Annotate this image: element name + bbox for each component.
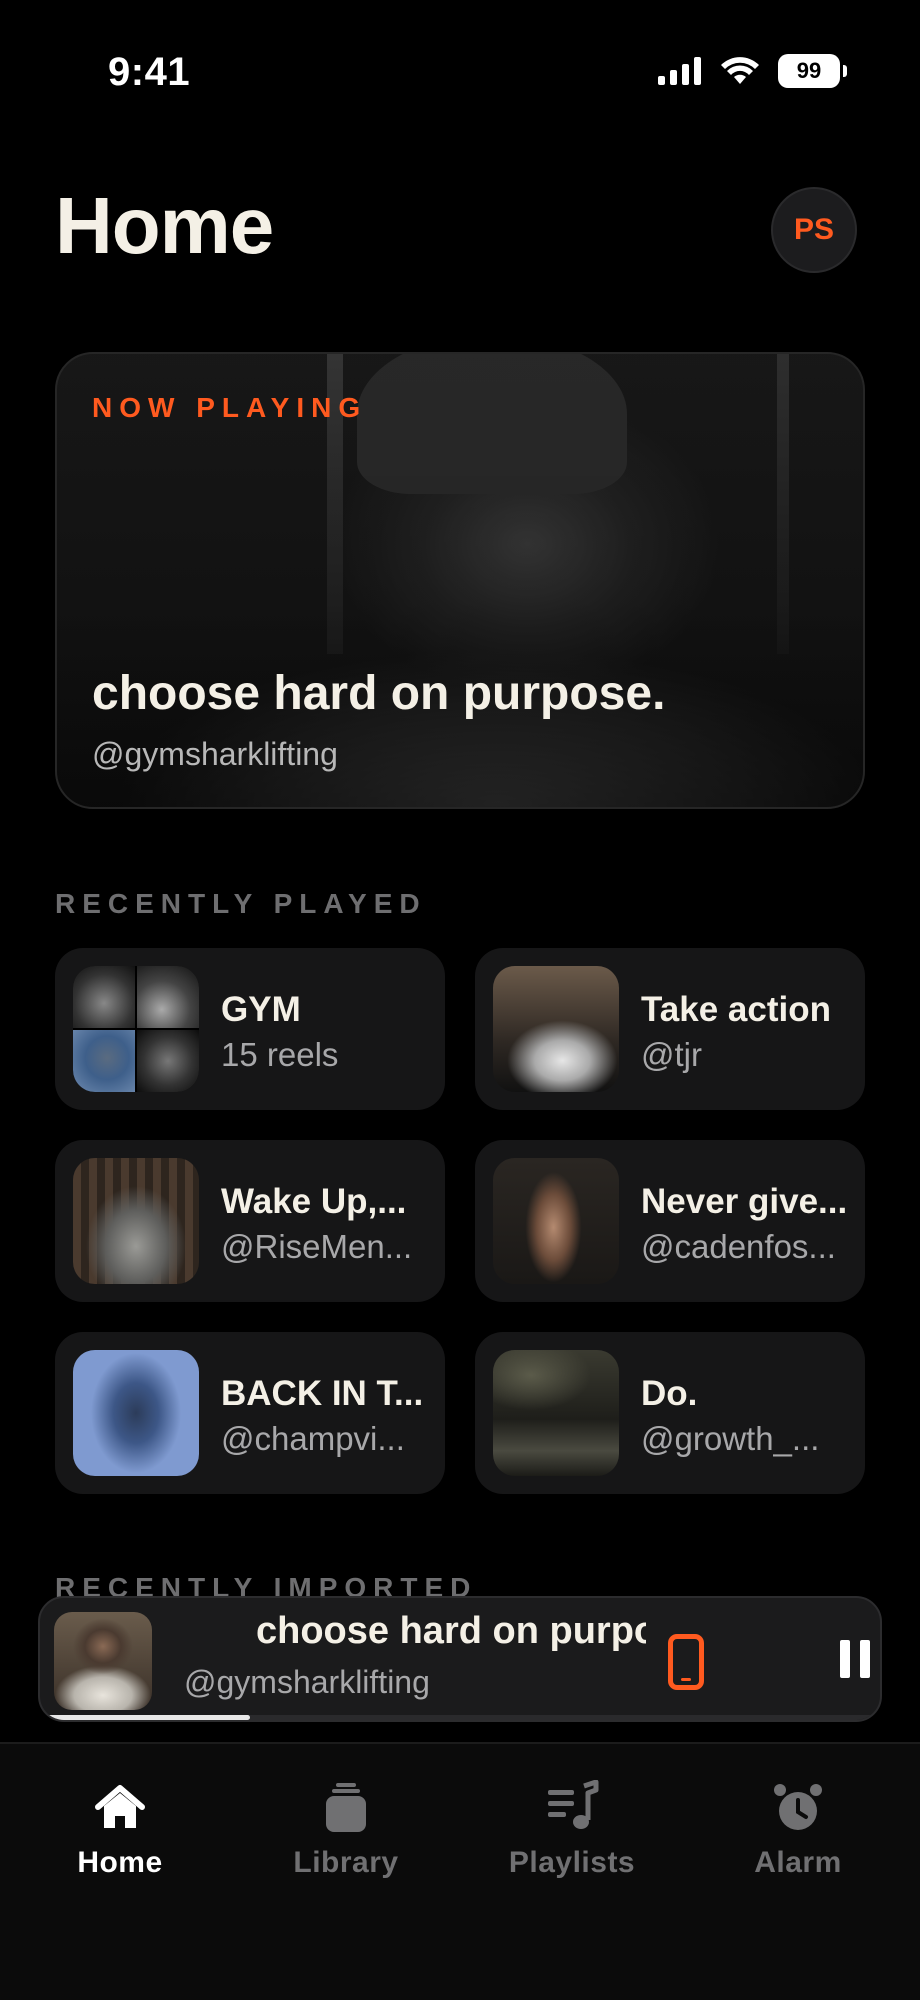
mini-player-title-marquee: choose hard on purpose. — [256, 1610, 646, 1660]
recent-item-take-action[interactable]: Take action @tjr — [475, 948, 865, 1110]
reel-thumbnail — [493, 1350, 619, 1476]
recent-item-gym[interactable]: GYM 15 reels — [55, 948, 445, 1110]
status-time: 9:41 — [108, 50, 191, 94]
recent-item-do[interactable]: Do. @growth_... — [475, 1332, 865, 1494]
reel-thumbnail — [73, 1158, 199, 1284]
tab-bar: Home Library Playlists Alarm — [0, 1742, 920, 2000]
recent-item-wake-up[interactable]: Wake Up,... @RiseMen... — [55, 1140, 445, 1302]
playback-progress-track — [40, 1715, 880, 1720]
playback-progress-fill — [40, 1715, 250, 1720]
recent-item-title: Take action — [641, 990, 831, 1029]
page-title: Home — [55, 181, 274, 270]
mini-player-title: choose hard on purpose. — [256, 1610, 646, 1652]
reel-thumbnail — [493, 1158, 619, 1284]
recent-item-title: BACK IN T... — [221, 1374, 424, 1413]
playlists-icon — [548, 1780, 599, 1829]
status-icons: 99 — [658, 54, 847, 88]
pause-icon[interactable] — [840, 1640, 870, 1678]
tab-home[interactable]: Home — [30, 1780, 210, 1880]
recent-item-title: Wake Up,... — [221, 1182, 407, 1221]
reel-thumbnail — [493, 966, 619, 1092]
tab-playlists[interactable]: Playlists — [482, 1780, 662, 1880]
now-playing-title: choose hard on purpose. — [92, 667, 666, 720]
mini-player-thumbnail — [54, 1612, 152, 1710]
tab-label: Alarm — [754, 1846, 842, 1879]
reel-thumbnail — [73, 1350, 199, 1476]
recent-item-back-in[interactable]: BACK IN T... @champvi... — [55, 1332, 445, 1494]
recent-item-subtitle: 15 reels — [221, 1036, 339, 1073]
tab-label: Library — [293, 1846, 399, 1879]
device-phone-icon[interactable] — [668, 1634, 704, 1690]
tab-library[interactable]: Library — [256, 1780, 436, 1880]
recent-item-title: Never give... — [641, 1182, 848, 1221]
recent-item-subtitle: @RiseMen... — [221, 1228, 413, 1265]
recent-item-title: Do. — [641, 1374, 698, 1413]
library-icon — [326, 1783, 366, 1832]
recent-item-never-give[interactable]: Never give... @cadenfos... — [475, 1140, 865, 1302]
mini-player-handle: @gymsharklifting — [184, 1664, 430, 1700]
tab-alarm[interactable]: Alarm — [708, 1780, 888, 1880]
recent-item-subtitle: @tjr — [641, 1036, 702, 1073]
recent-item-subtitle: @champvi... — [221, 1420, 405, 1457]
avatar[interactable]: PS — [771, 187, 857, 273]
home-icon — [95, 1785, 145, 1828]
battery-icon: 99 — [778, 54, 847, 88]
recent-item-title: GYM — [221, 990, 301, 1029]
cellular-signal-icon — [658, 57, 701, 85]
mini-player[interactable]: choose hard on purpose. @gymsharklifting — [38, 1596, 882, 1722]
recent-item-subtitle: @cadenfos... — [641, 1228, 836, 1265]
tab-label: Home — [77, 1846, 163, 1879]
tab-label: Playlists — [508, 1846, 636, 1879]
recently-played-label: RECENTLY PLAYED — [55, 888, 427, 919]
status-bar: 9:41 99 — [0, 0, 920, 150]
playlist-thumbnail — [73, 966, 199, 1092]
recent-item-subtitle: @growth_... — [641, 1420, 820, 1457]
now-playing-label: NOW PLAYING — [92, 392, 368, 423]
now-playing-handle: @gymsharklifting — [92, 736, 338, 772]
wifi-icon — [721, 57, 759, 84]
alarm-icon — [774, 1784, 822, 1830]
